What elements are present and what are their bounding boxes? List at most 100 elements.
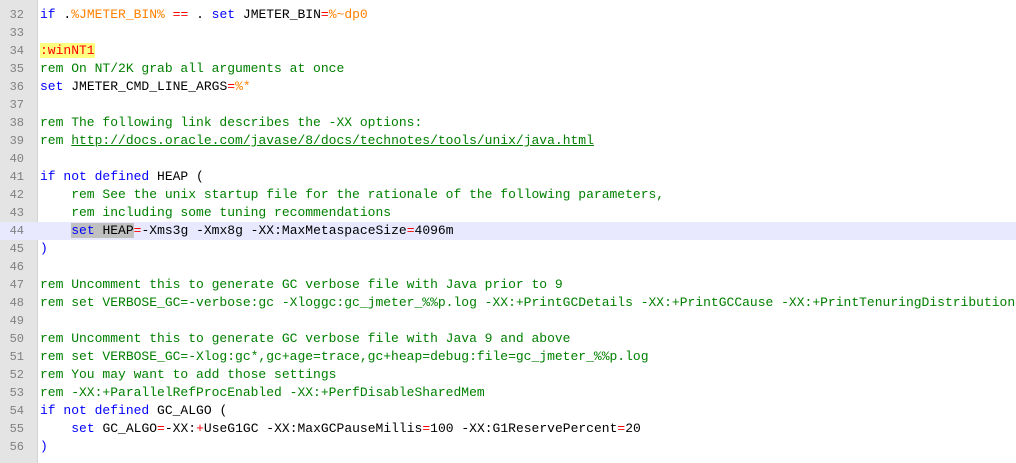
line-number: 33 xyxy=(9,26,24,40)
line-number: 42 xyxy=(9,188,24,202)
code-token: rem The following link describes the -XX… xyxy=(40,115,423,130)
code-line[interactable]: 50 rem Uncomment this to generate GC verb… xyxy=(0,330,1016,348)
line-number: 38 xyxy=(9,116,24,130)
code-line[interactable]: 55 set GC_ALGO=-XX:+UseG1GC -XX:MaxGCPau… xyxy=(0,420,1016,438)
code-token: if not defined xyxy=(40,403,158,418)
code-line[interactable]: 38 rem The following link describes the -… xyxy=(0,114,1016,132)
line-number: 47 xyxy=(9,278,24,292)
code-token: = xyxy=(320,7,329,22)
line-code: rem set VERBOSE_GC=-Xlog:gc*,gc+age=trac… xyxy=(40,348,649,366)
code-line[interactable]: 35 rem On NT/2K grab all arguments at onc… xyxy=(0,60,1016,78)
code-line[interactable]: 46 xyxy=(0,258,1016,276)
line-number: 40 xyxy=(9,152,24,166)
code-line[interactable]: 39 rem http://docs.oracle.com/javase/8/do… xyxy=(0,132,1016,150)
code-line[interactable]: 40 xyxy=(0,150,1016,168)
code-line[interactable]: 33 xyxy=(0,24,1016,42)
line-number: 37 xyxy=(9,98,24,112)
line-number: 35 xyxy=(9,62,24,76)
code-line[interactable]: 42 rem See the unix startup file for the… xyxy=(0,186,1016,204)
code-token: set xyxy=(40,79,72,94)
code-token: = xyxy=(227,79,236,94)
code-line[interactable]: 34 :winNT1 xyxy=(0,42,1016,60)
line-number: 45 xyxy=(9,242,24,256)
code-token: HEAP xyxy=(157,169,197,184)
line-number: 43 xyxy=(9,206,24,220)
code-editor[interactable]: 32 if .%JMETER_BIN% == . set JMETER_BIN=%… xyxy=(0,0,1016,463)
code-token: 4096m xyxy=(414,223,454,238)
code-line[interactable]: 44 set HEAP =-Xms3g -Xmx8g -XX:MaxMetaspa… xyxy=(0,222,1016,240)
code-token: 20 xyxy=(625,421,641,436)
code-line[interactable]: 32 if .%JMETER_BIN% == . set JMETER_BIN=%… xyxy=(0,6,1016,24)
line-number: 49 xyxy=(9,314,24,328)
line-number: 52 xyxy=(9,368,24,382)
line-code: rem The following link describes the -XX… xyxy=(40,114,422,132)
code-token: rem xyxy=(40,133,72,148)
line-code: rem Uncomment this to generate GC verbos… xyxy=(40,276,563,294)
code-token: HEAP xyxy=(102,223,134,238)
code-token: GC_ALGO xyxy=(157,403,220,418)
code-line[interactable]: 52 rem You may want to add those settings xyxy=(0,366,1016,384)
code-token: rem including some tuning recommendation… xyxy=(40,205,392,220)
code-line[interactable]: 47 rem Uncomment this to generate GC verb… xyxy=(0,276,1016,294)
line-code: set JMETER_CMD_LINE_ARGS=%* xyxy=(40,78,251,96)
line-number: 50 xyxy=(9,332,24,346)
code-token: http://docs.oracle.com/javase/8/docs/tec… xyxy=(71,133,594,148)
code-token: ( xyxy=(219,403,228,418)
code-line[interactable]: 51 rem set VERBOSE_GC=-Xlog:gc*,gc+age=tr… xyxy=(0,348,1016,366)
code-line[interactable]: 41 if not defined HEAP ( xyxy=(0,168,1016,186)
code-token: GC_ALGO xyxy=(102,421,158,436)
line-number: 32 xyxy=(9,8,24,22)
code-token: = xyxy=(406,223,415,238)
code-line[interactable]: 54 if not defined GC_ALGO ( xyxy=(0,402,1016,420)
code-line[interactable]: 37 xyxy=(0,96,1016,114)
code-token: rem Uncomment this to generate GC verbos… xyxy=(40,277,563,292)
line-number: 39 xyxy=(9,134,24,148)
code-token: == xyxy=(164,7,197,22)
code-token: . xyxy=(196,7,212,22)
code-token: ) xyxy=(40,241,48,256)
line-code: if .%JMETER_BIN% == . set JMETER_BIN=%~d… xyxy=(40,6,368,24)
code-line[interactable]: 43 rem including some tuning recommendat… xyxy=(0,204,1016,222)
code-line[interactable]: 56) xyxy=(0,438,1016,456)
line-code: :winNT1 xyxy=(40,42,95,60)
code-token: if not defined xyxy=(40,169,158,184)
code-line[interactable]: 45) xyxy=(0,240,1016,258)
code-token: rem On NT/2K grab all arguments at once xyxy=(40,61,345,76)
line-number: 44 xyxy=(9,224,24,238)
code-token: UseG1GC -XX:MaxGCPauseMillis xyxy=(203,421,423,436)
line-code: ) xyxy=(40,240,48,258)
code-token: :winNT1 xyxy=(40,43,95,58)
line-number: 36 xyxy=(9,80,24,94)
line-number: 54 xyxy=(9,404,24,418)
line-code: if not defined GC_ALGO ( xyxy=(40,402,227,420)
code-token: rem See the unix startup file for the ra… xyxy=(40,187,665,202)
line-code: rem See the unix startup file for the ra… xyxy=(40,186,664,204)
line-number: 34 xyxy=(9,44,24,58)
line-code: rem including some tuning recommendation… xyxy=(40,204,391,222)
code-line[interactable]: 36 set JMETER_CMD_LINE_ARGS=%* xyxy=(0,78,1016,96)
code-token: rem You may want to add those settings xyxy=(40,367,337,382)
code-token: JMETER_BIN xyxy=(242,7,321,22)
line-code: set HEAP =-Xms3g -Xmx8g -XX:MaxMetaspaceS… xyxy=(40,222,454,240)
line-number: 46 xyxy=(9,260,24,274)
code-token: 100 -XX:G1ReservePercent xyxy=(430,421,618,436)
code-line[interactable]: 48 rem set VERBOSE_GC=-verbose:gc -Xloggc… xyxy=(0,294,1016,312)
code-token: + xyxy=(196,421,204,436)
code-token: %* xyxy=(235,79,251,94)
line-number: 55 xyxy=(9,422,24,436)
line-number: 56 xyxy=(9,440,24,454)
code-token: set xyxy=(71,223,95,238)
code-token: if xyxy=(40,7,64,22)
code-token: ( xyxy=(196,169,204,184)
code-line[interactable]: 53 rem -XX:+ParallelRefProcEnabled -XX:+P… xyxy=(0,384,1016,402)
code-line[interactable]: 49 xyxy=(0,312,1016,330)
code-token: rem set VERBOSE_GC=-Xlog:gc*,gc+age=trac… xyxy=(40,349,649,364)
line-code: rem Uncomment this to generate GC verbos… xyxy=(40,330,571,348)
code-token: = xyxy=(157,421,165,436)
code-token: set xyxy=(211,7,243,22)
line-code: rem You may want to add those settings xyxy=(40,366,336,384)
line-code: set GC_ALGO=-XX:+UseG1GC -XX:MaxGCPauseM… xyxy=(40,420,641,438)
code-token: = xyxy=(422,421,431,436)
